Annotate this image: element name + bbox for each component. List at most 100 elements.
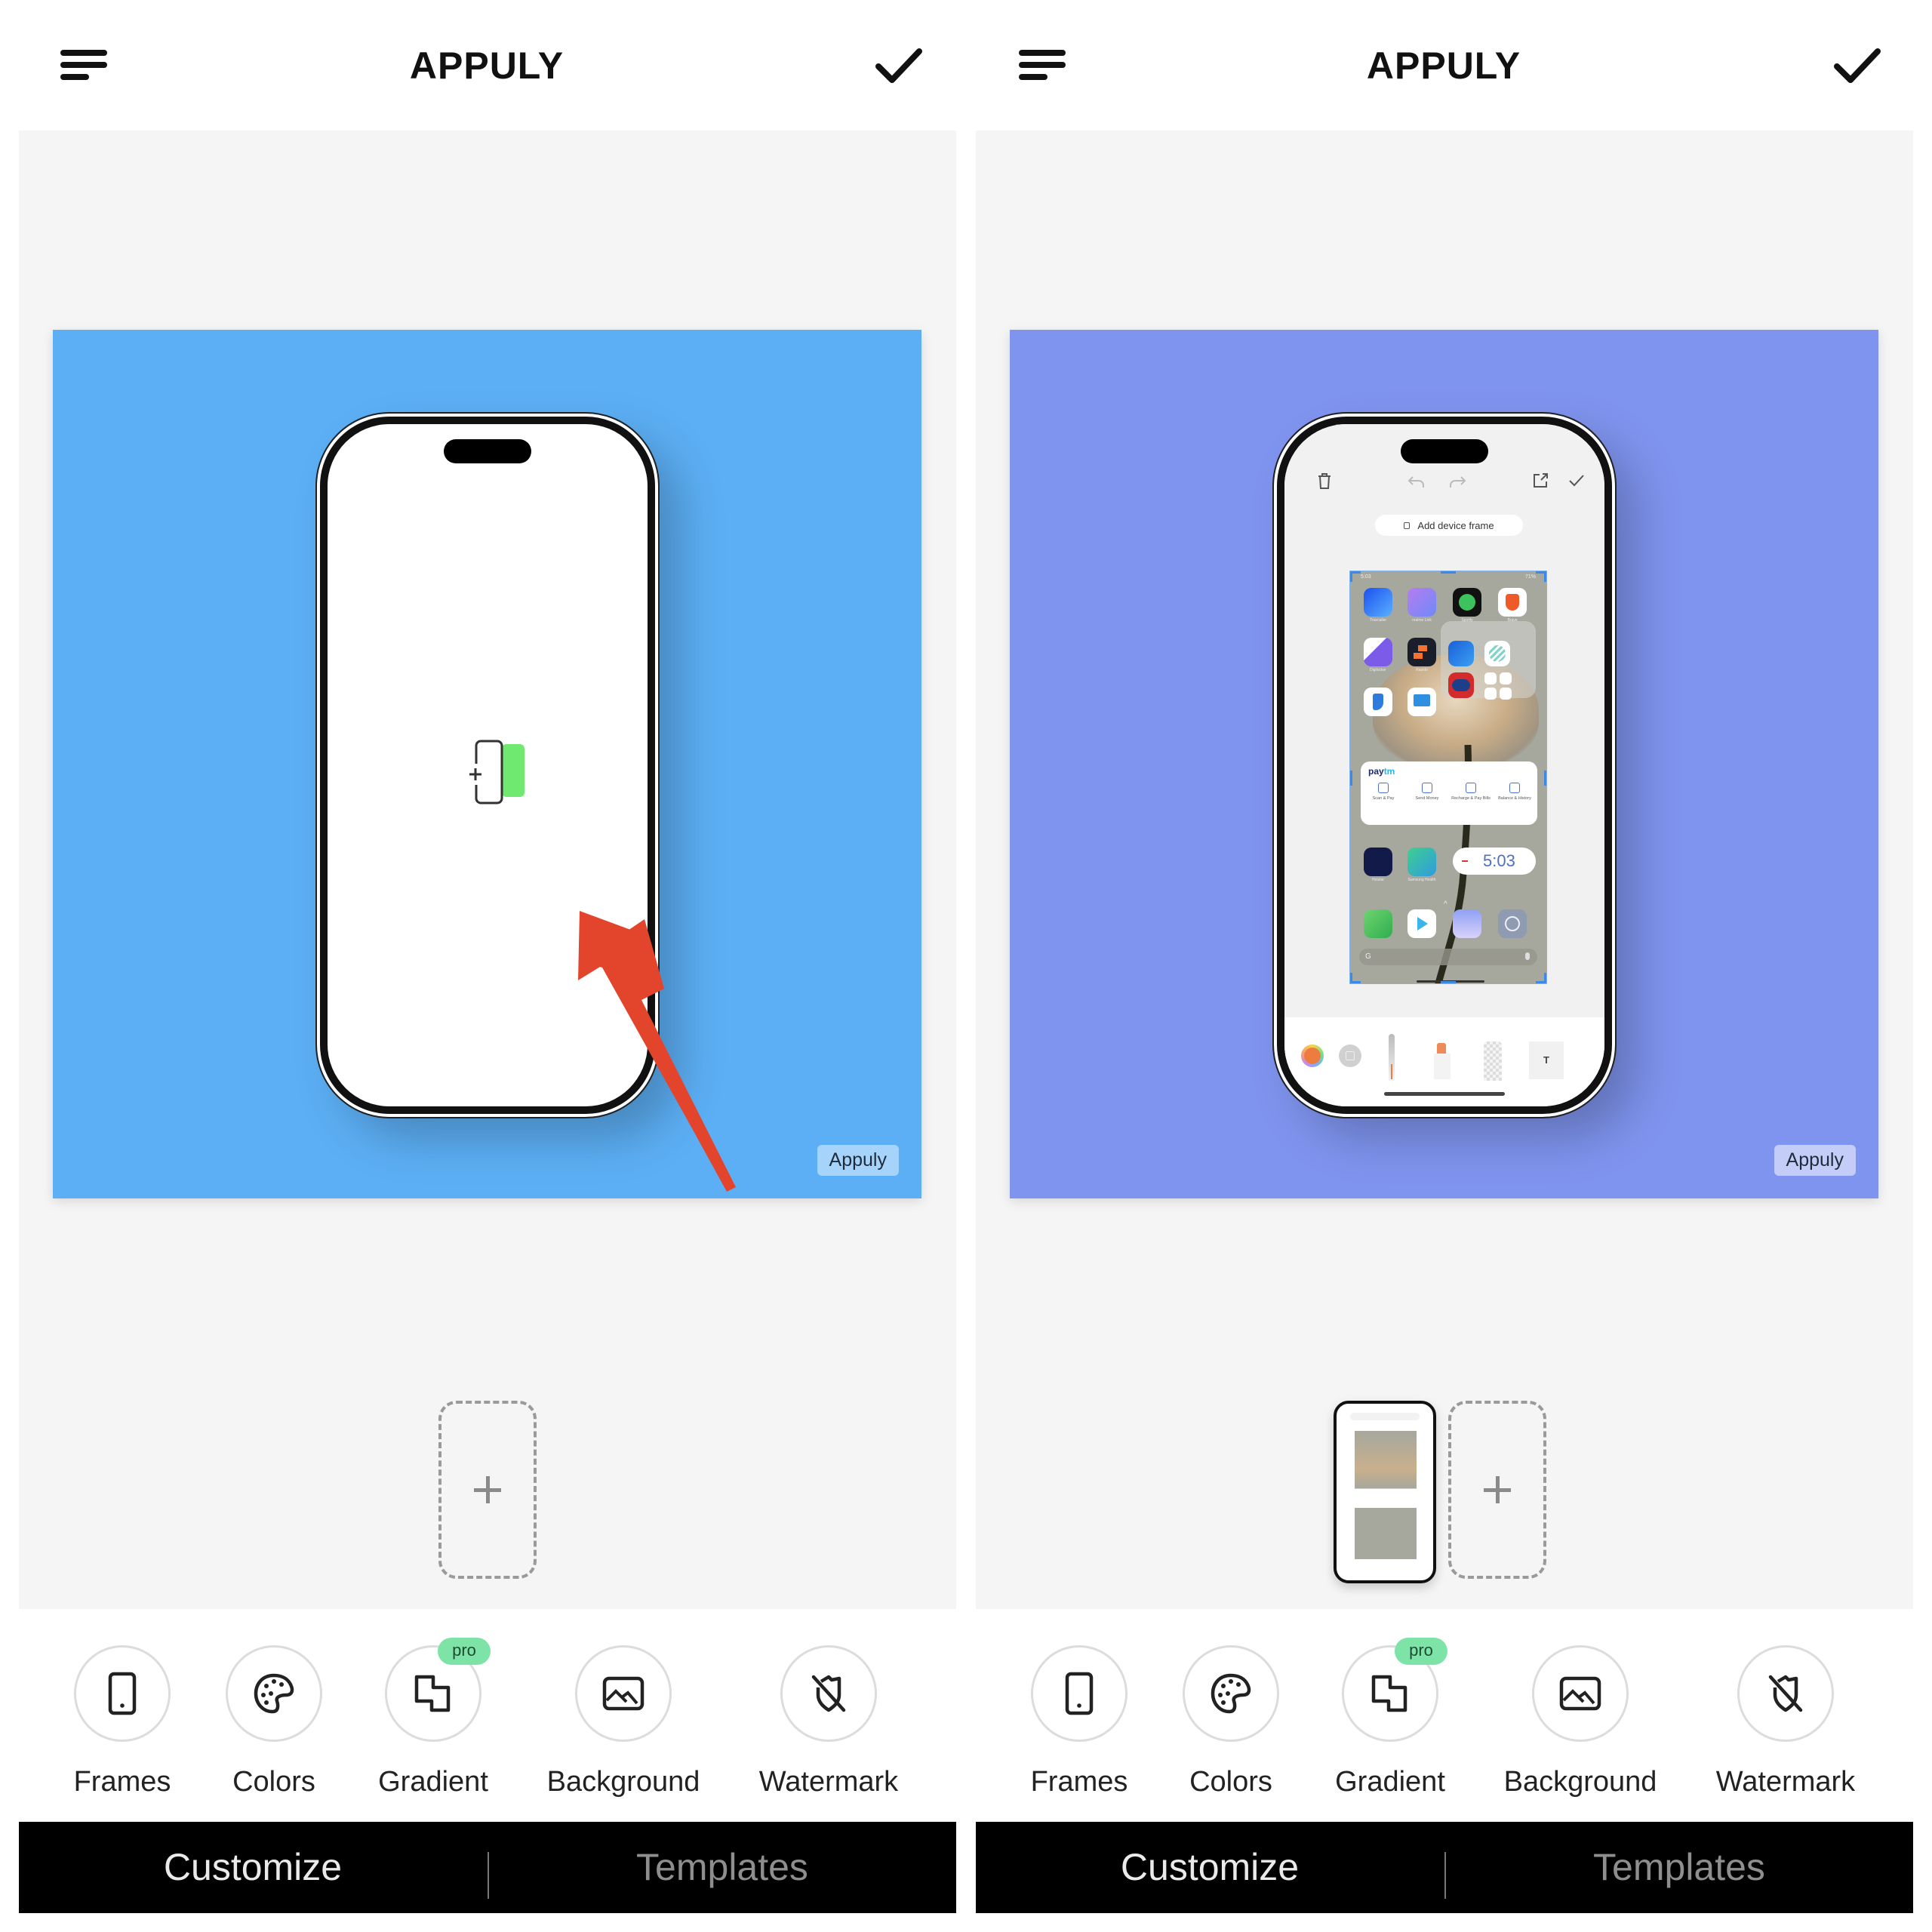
chevron-up-icon[interactable]: ^	[1444, 900, 1447, 909]
gradient-icon	[1371, 1675, 1407, 1712]
text-tool[interactable]: T	[1529, 1041, 1564, 1079]
app-label: realme Link	[1412, 618, 1432, 623]
eraser-tool[interactable]	[1484, 1041, 1502, 1081]
redo-icon[interactable]	[1446, 469, 1469, 492]
app-rapido[interactable]	[1407, 638, 1436, 666]
app-label: Truecaller	[1369, 618, 1387, 623]
crop-handle[interactable]	[1350, 571, 1352, 582]
device-screen[interactable]: Add device frame 5:03 71% Truecaller rea…	[1284, 424, 1604, 1106]
option-watermark[interactable]: Watermark	[753, 1645, 904, 1798]
share-icon[interactable]	[1529, 469, 1552, 492]
app-settings[interactable]	[1498, 909, 1527, 938]
status-time: 5:03	[1361, 574, 1371, 580]
tab-templates[interactable]: Templates	[1445, 1822, 1913, 1913]
app-gallery[interactable]	[1453, 909, 1481, 938]
phone-frame-icon	[1065, 1672, 1094, 1715]
mockup-canvas[interactable]: Add device frame 5:03 71% Truecaller rea…	[1010, 330, 1878, 1198]
crop-handle[interactable]	[1544, 771, 1546, 786]
app-folder-item[interactable]	[1448, 641, 1474, 666]
option-background[interactable]: Background	[1504, 1645, 1657, 1798]
crop-handle[interactable]	[1441, 981, 1456, 983]
check-icon[interactable]	[1565, 469, 1588, 492]
app-truecaller[interactable]	[1364, 588, 1392, 617]
app-realme-link[interactable]	[1407, 588, 1436, 617]
device-frame[interactable]	[315, 412, 660, 1118]
app-folder-item[interactable]	[1484, 688, 1497, 700]
pen-tool[interactable]	[1386, 1028, 1398, 1081]
paytm-send-money[interactable]: Send Money	[1406, 783, 1448, 801]
editor-panel-right: APPULY Add device frame 5:03 71% Truecal…	[957, 0, 1923, 1932]
crop-handle[interactable]	[1350, 973, 1352, 983]
device-frame[interactable]: Add device frame 5:03 71% Truecaller rea…	[1272, 412, 1617, 1118]
paytm-widget[interactable]: paytm Scan & Pay Send Money Recharge & P…	[1361, 761, 1537, 825]
paytm-scan-pay[interactable]: Scan & Pay	[1362, 783, 1404, 801]
app-play-store[interactable]	[1407, 909, 1436, 938]
customize-options: Frames Colors Gradient Background Waterm…	[0, 1645, 966, 1798]
customize-options: Frames Colors Gradient Background Waterm…	[957, 1645, 1923, 1798]
inner-editor: Add device frame 5:03 71% Truecaller rea…	[1284, 424, 1604, 1106]
crop-handle[interactable]	[1544, 973, 1546, 983]
workspace: Appuly	[19, 131, 956, 1609]
clock-icon	[1457, 851, 1477, 871]
home-indicator	[1384, 1092, 1505, 1096]
app-folder-item[interactable]	[1448, 672, 1474, 698]
app-folder-item[interactable]	[1500, 672, 1512, 685]
tab-customize[interactable]: Customize	[976, 1822, 1444, 1913]
app-label: Samsung Health	[1407, 878, 1436, 882]
app-hotstar[interactable]	[1364, 848, 1392, 876]
trash-icon[interactable]	[1313, 469, 1336, 492]
app-desktop-widget[interactable]	[1407, 688, 1436, 716]
watermark-badge[interactable]: Appuly	[1774, 1145, 1856, 1176]
app-brave[interactable]	[1498, 588, 1527, 617]
add-device-frame-button[interactable]: Add device frame	[1375, 515, 1523, 536]
crop-handle[interactable]	[1441, 571, 1456, 574]
watermark-badge[interactable]: Appuly	[817, 1145, 899, 1176]
device-screen[interactable]	[328, 424, 648, 1106]
add-slot-button[interactable]	[438, 1401, 537, 1579]
paytm-recharge[interactable]: Recharge & Pay Bills	[1450, 783, 1492, 801]
plus-icon	[1484, 1476, 1511, 1503]
check-icon[interactable]	[875, 47, 922, 85]
shape-tool[interactable]	[1339, 1044, 1361, 1067]
option-label: Watermark	[758, 1766, 899, 1798]
undo-icon[interactable]	[1405, 469, 1428, 492]
app-digilocker[interactable]	[1364, 638, 1392, 666]
app-folder-item[interactable]	[1484, 672, 1497, 685]
app-folder-item[interactable]	[1484, 641, 1510, 666]
mic-icon[interactable]	[1525, 952, 1530, 960]
clock-widget[interactable]: 5:03	[1453, 848, 1536, 875]
option-colors[interactable]: Colors	[198, 1645, 349, 1798]
crop-handle[interactable]	[1544, 571, 1546, 582]
option-colors[interactable]: Colors	[1155, 1645, 1306, 1798]
option-gradient[interactable]: Gradient	[1315, 1645, 1466, 1798]
app-phone[interactable]	[1364, 909, 1392, 938]
check-icon[interactable]	[1834, 47, 1881, 85]
marker-tool[interactable]	[1434, 1043, 1451, 1079]
tab-templates[interactable]: Templates	[488, 1822, 956, 1913]
option-label: Gradient	[378, 1766, 488, 1798]
bottom-tabbar: Customize Templates	[976, 1822, 1913, 1913]
option-gradient[interactable]: Gradient	[358, 1645, 509, 1798]
add-screenshot-icon[interactable]	[467, 738, 535, 811]
crop-handle[interactable]	[1350, 771, 1352, 786]
app-bing[interactable]	[1364, 688, 1392, 716]
bottom-tabbar: Customize Templates	[19, 1822, 956, 1913]
app-spotify[interactable]	[1453, 588, 1481, 617]
add-slot-button[interactable]	[1448, 1401, 1546, 1579]
google-search-bar[interactable]: G	[1359, 949, 1537, 965]
option-label: Background	[546, 1766, 700, 1798]
screenshot-image[interactable]: 5:03 71% Truecaller realme Link Spotify …	[1349, 571, 1547, 984]
option-watermark[interactable]: Watermark	[1710, 1645, 1861, 1798]
tab-customize[interactable]: Customize	[19, 1822, 487, 1913]
dynamic-island	[1401, 439, 1488, 463]
mockup-canvas[interactable]: Appuly	[53, 330, 921, 1198]
screenshot-thumbnail[interactable]	[1334, 1401, 1436, 1583]
option-background[interactable]: Background	[547, 1645, 700, 1798]
app-folder-item[interactable]	[1500, 688, 1512, 700]
plus-icon	[474, 1476, 501, 1503]
color-picker-tool[interactable]	[1301, 1044, 1324, 1067]
app-samsung-health[interactable]	[1407, 848, 1436, 876]
paytm-balance[interactable]: Balance & History	[1494, 783, 1536, 801]
paytm-logo: paytm	[1368, 766, 1395, 777]
device-frame-icon	[1404, 521, 1411, 529]
